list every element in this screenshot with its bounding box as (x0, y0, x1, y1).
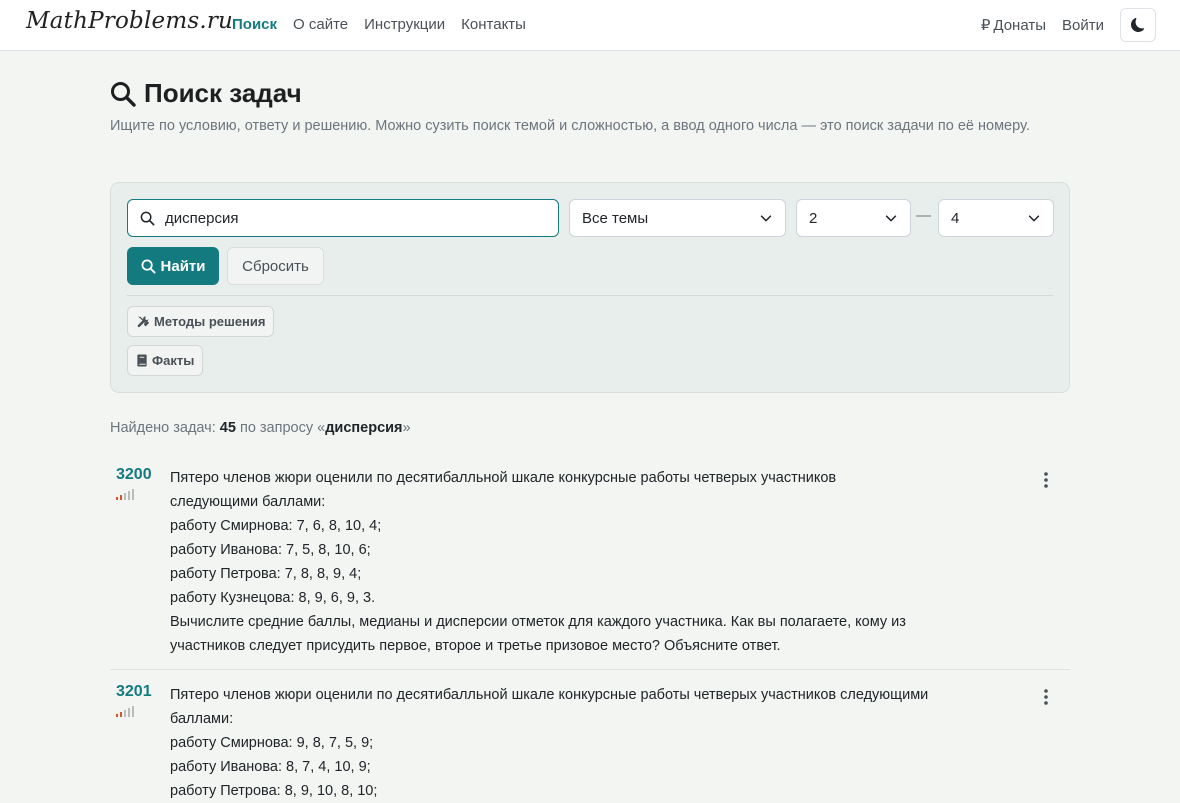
find-button-label: Найти (160, 257, 206, 275)
reset-button[interactable]: Сбросить (227, 247, 324, 285)
page-subtitle: Ищите по условию, ответу и решению. Можн… (110, 118, 1030, 134)
find-button[interactable]: Найти (127, 247, 219, 285)
nav-link-instructions[interactable]: Инструкции (364, 16, 445, 33)
search-icon (140, 211, 155, 225)
topic-select[interactable]: Все темы (569, 199, 786, 237)
results-middle: по запросу « (235, 420, 326, 436)
problem-line: работу Иванова: 7, 5, 8, 10, 6; (170, 542, 371, 558)
problem-number[interactable]: 3201 (116, 683, 152, 701)
methods-filter-chip[interactable]: Методы решения (127, 306, 275, 337)
results-query: дисперсия (325, 420, 403, 436)
search-icon (141, 259, 156, 274)
chevron-down-icon (1028, 215, 1040, 222)
problem-line: работу Петрова: 8, 9, 10, 8, 10; (170, 783, 378, 799)
problem-line: Пятеро членов жюри оценили по десятибалл… (170, 470, 837, 486)
book-icon (137, 354, 147, 367)
theme-toggle-button[interactable] (1120, 8, 1156, 42)
difficulty-to-select[interactable]: 4 (938, 199, 1054, 237)
difficulty-icon (116, 489, 134, 500)
problem-line: работу Петрова: 7, 8, 8, 9, 4; (170, 566, 362, 582)
problem-line: работу Иванова: 8, 7, 4, 10, 9; (170, 759, 371, 775)
search-icon (111, 81, 136, 107)
results-count: Найдено задач: 45 по запросу «дисперсия» (110, 420, 411, 436)
page-title: Поиск задач (110, 78, 302, 109)
nav-link-search[interactable]: Поиск (232, 16, 277, 33)
problem-line: работу Смирнова: 7, 6, 8, 10, 4; (170, 518, 382, 534)
problem-item: 3201 Пятеро членов жюри оценили по десят… (110, 683, 1070, 800)
facts-filter-chip[interactable]: Факты (127, 345, 204, 376)
difficulty-from-value: 2 (809, 209, 818, 227)
nav-link-contacts[interactable]: Контакты (461, 16, 526, 33)
facts-chip-label: Факты (152, 353, 195, 368)
more-vertical-icon[interactable] (1044, 472, 1048, 488)
problem-number[interactable]: 3200 (116, 466, 152, 484)
problem-text: Пятеро членов жюри оценили по десятибалл… (170, 683, 970, 803)
problem-line: следующими баллами: (170, 494, 326, 510)
results-suffix: » (402, 420, 411, 436)
moon-icon (1131, 18, 1145, 32)
chevron-down-icon (760, 215, 772, 222)
nav-links: Поиск О сайте Инструкции Контакты (232, 16, 542, 33)
problem-line: участников следует присудить первое, вто… (170, 638, 781, 654)
ruble-icon: ₽ (980, 17, 991, 34)
login-link[interactable]: Войти (1062, 17, 1104, 34)
tools-icon (137, 315, 150, 327)
problem-line: работу Смирнова: 9, 8, 7, 5, 9; (170, 735, 374, 751)
nav-link-about[interactable]: О сайте (293, 16, 348, 33)
site-logo[interactable]: MathProblems.ru (26, 8, 233, 34)
search-input[interactable] (163, 208, 547, 228)
problem-line: баллами: (170, 711, 234, 727)
problem-line: работу Кузнецова: 8, 9, 6, 9, 3. (170, 590, 376, 606)
results-prefix: Найдено задач: (110, 420, 220, 436)
more-vertical-icon[interactable] (1044, 689, 1048, 705)
range-separator: — (916, 207, 931, 224)
problem-item: 3200 Пятеро членов жюри оценили по десят… (110, 466, 1070, 661)
results-number: 45 (219, 420, 236, 436)
divider (110, 669, 1070, 670)
navbar: MathProblems.ru Поиск О сайте Инструкции… (0, 0, 1180, 51)
problem-line: Вычислите средние баллы, медианы и диспе… (170, 614, 906, 630)
methods-chip-label: Методы решения (154, 314, 266, 329)
topic-select-value: Все темы (582, 209, 649, 227)
donate-link[interactable]: ₽ Донаты (980, 16, 1047, 35)
problem-text: Пятеро членов жюри оценили по десятибалл… (170, 466, 970, 658)
search-panel: Все темы 2 — 4 Найти Сбросить Методы реш… (110, 182, 1070, 393)
search-input-wrapper[interactable] (127, 199, 559, 237)
chevron-down-icon (885, 215, 897, 222)
divider (127, 295, 1053, 296)
difficulty-from-select[interactable]: 2 (796, 199, 911, 237)
difficulty-icon (116, 706, 134, 717)
donate-label: Донаты (993, 16, 1047, 34)
nav-right: ₽ Донаты Войти (981, 8, 1156, 42)
page-title-text: Поиск задач (144, 78, 302, 108)
problem-line: Пятеро членов жюри оценили по десятибалл… (170, 687, 929, 703)
difficulty-to-value: 4 (951, 209, 960, 227)
